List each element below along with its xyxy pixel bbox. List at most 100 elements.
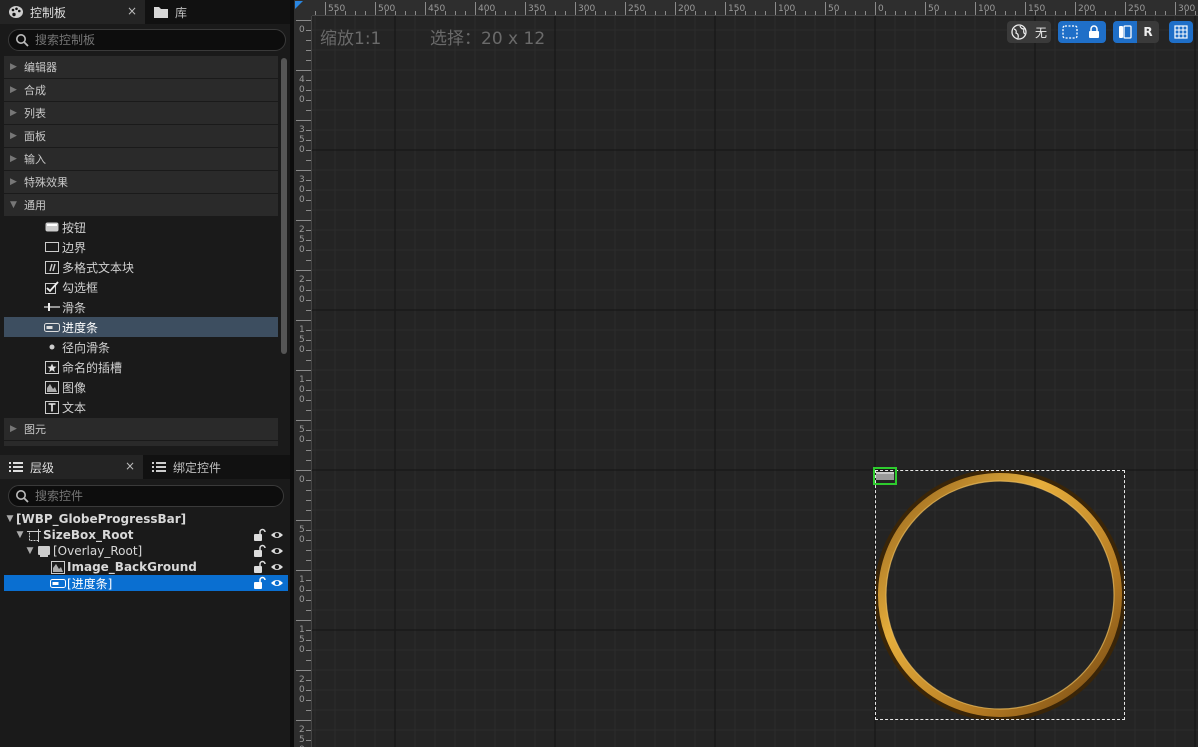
ruler-top-label: 350 [528,4,545,14]
bounds-lock-toggle[interactable] [1058,21,1106,43]
chevron-right-icon: ▶ [10,154,17,164]
ruler-top-label: 400 [478,4,495,14]
tree-row-overlay[interactable]: ▼ [Overlay_Root] [4,543,288,559]
ruler-left-label: 0 [299,475,305,485]
hierarchy-search[interactable] [8,485,284,507]
ruler-top-label: 200 [678,4,695,14]
eye-icon[interactable] [270,544,284,558]
ruler-left-label: 200 [299,275,305,305]
close-icon[interactable]: × [125,459,135,473]
palette-search-input[interactable] [35,33,265,47]
progress-bar-preview [876,472,894,480]
tab-palette[interactable]: 控制板 × [0,0,145,24]
unlock-icon[interactable] [252,528,266,542]
world-toggle[interactable]: 无 [1007,21,1051,43]
category-primitive[interactable]: ▶ 图元 [4,418,278,441]
close-icon[interactable]: × [127,4,137,18]
unlock-icon[interactable] [252,576,266,590]
category-input[interactable]: ▶ 输入 [4,148,278,171]
widget-named-slot[interactable]: 命名的插槽 [4,357,278,377]
image-icon [44,380,60,394]
tab-palette-label: 控制板 [30,5,67,20]
category-special-effects[interactable]: ▶ 特殊效果 [4,171,278,194]
hierarchy-tabbar: 层级 × 绑定控件 [0,455,293,479]
widget-label: 图像 [62,380,87,395]
ruler-top-label: 500 [378,4,395,14]
scrollbar-thumb[interactable] [281,58,287,354]
category-editor[interactable]: ▶ 编辑器 [4,56,278,79]
ruler-top-label: 550 [328,4,345,14]
tree-row-progress-bar[interactable]: [进度条] [4,575,288,591]
chevron-right-icon: ▶ [10,62,17,72]
widget-label: 多格式文本块 [62,260,135,275]
ruler-top-label: 150 [728,4,745,14]
tree-row-label: [WBP_GlobeProgressBar] [16,512,187,526]
ruler-top-label: 250 [1128,4,1145,14]
hierarchy-list-icon [8,459,24,475]
category-panel[interactable]: ▶ 面板 [4,125,278,148]
unlock-icon[interactable] [252,544,266,558]
widget-border[interactable]: 边界 [4,237,278,257]
palette-tabbar: 控制板 × 库 [0,0,293,24]
tree-row-root[interactable]: ▼ [WBP_GlobeProgressBar] [4,511,288,527]
folder-icon [153,4,169,20]
ruler-top-label: 250 [628,4,645,14]
globe-icon [1007,21,1031,43]
eye-icon[interactable] [270,560,284,574]
widget-progress-bar[interactable]: 进度条 [4,317,278,337]
named-slot-icon [44,360,60,374]
respect-locks-toggle[interactable]: R [1113,21,1159,43]
grid-icon [1169,21,1193,43]
widget-label: 滑条 [62,300,87,315]
designer-viewport[interactable]: 550 500 450 400 350 300 250 200 150 100 50 0 50 100 15… [294,0,1198,747]
category-composite[interactable]: ▶ 合成 [4,79,278,102]
category-cut-off [4,441,278,446]
tree-row-image-background[interactable]: Image_BackGround [4,559,288,575]
category-common[interactable]: ▼ 通用 [4,194,278,217]
ruler-top-label: 300 [578,4,595,14]
category-label: 列表 [24,107,46,120]
chevron-right-icon: ▶ [10,85,17,95]
text-icon [44,400,60,414]
unlock-icon[interactable] [252,560,266,574]
hierarchy-search-input[interactable] [35,489,265,503]
widget-rich-text[interactable]: 多格式文本块 [4,257,278,277]
search-icon [16,34,29,47]
checkbox-icon [44,280,60,294]
dashed-rect-icon [1058,21,1082,43]
image-icon [50,560,66,574]
tab-library[interactable]: 库 [145,0,293,24]
palette-list: ▶ 编辑器 ▶ 合成 ▶ 列表 ▶ 面板 ▶ 输入 ▶ 特殊效果 ▼ 通用 按钮 边界 多格式… [4,56,278,446]
widget-button[interactable]: 按钮 [4,217,278,237]
widget-text[interactable]: 文本 [4,397,278,417]
eye-icon[interactable] [270,576,284,590]
widget-label: 边界 [62,240,87,255]
design-canvas[interactable] [312,16,1198,747]
widget-image[interactable]: 图像 [4,377,278,397]
ruler-left-label: 100 [299,375,305,405]
lock-icon [1082,21,1106,43]
ruler-corner [294,0,312,16]
widget-bounds-outline [875,470,1125,720]
ruler-left-label: 50 [299,425,305,445]
selected-progress-bar-widget[interactable] [873,467,897,485]
widget-slider[interactable]: 滑条 [4,297,278,317]
grid-snap-toggle[interactable] [1169,21,1193,43]
ruler-left-label: 350 [299,125,305,155]
ruler-left-label: 250 [299,725,305,747]
category-list[interactable]: ▶ 列表 [4,102,278,125]
tree-row-label: Image_BackGround [67,560,197,574]
tree-row-sizebox[interactable]: ▼ SizeBox_Root [4,527,288,543]
tab-hierarchy[interactable]: 层级 × [0,455,143,479]
palette-search[interactable] [8,29,286,51]
radial-slider-icon [44,340,60,354]
ruler-top[interactable]: 550 500 450 400 350 300 250 200 150 100 50 0 50 100 15… [312,0,1198,16]
widget-checkbox[interactable]: 勾选框 [4,277,278,297]
ruler-left[interactable]: 0 400 350 300 250 200 150 100 50 0 50 100 150 200 250 [294,16,312,747]
widget-radial-slider[interactable]: 径向滑条 [4,337,278,357]
eye-icon[interactable] [270,528,284,542]
palette-scrollbar[interactable] [281,56,287,356]
overlay-icon [36,544,52,558]
tab-binding-widgets[interactable]: 绑定控件 [143,455,293,479]
category-label: 编辑器 [24,61,57,74]
